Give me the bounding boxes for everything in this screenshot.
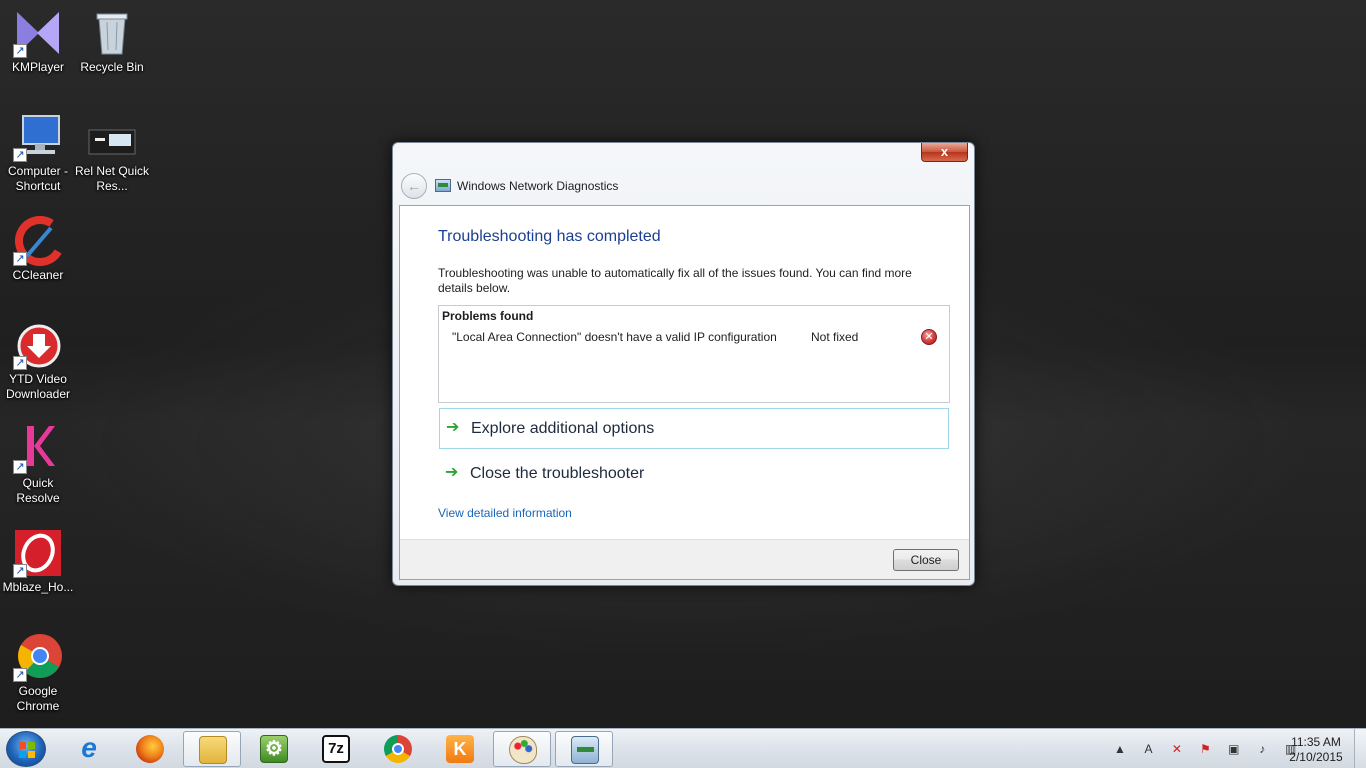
desktop-icon-ccleaner[interactable]: ↗ CCleaner [0, 216, 76, 283]
chrome-icon: ↗ [13, 632, 63, 682]
page-heading: Troubleshooting has completed [438, 228, 661, 245]
desktop-icon-label: Rel Net Quick Res... [74, 164, 150, 193]
taskbar-item-settings[interactable]: ⚙ [245, 731, 303, 767]
explore-options-button[interactable]: ➔ Explore additional options [439, 408, 949, 449]
network-error-icon[interactable]: ✕ [1169, 741, 1185, 757]
network-tool-icon [87, 112, 137, 162]
desktop-icon-label: KMPlayer [11, 60, 64, 74]
quick-resolve-icon: ↗ [13, 424, 63, 474]
shortcut-arrow-icon: ↗ [13, 148, 27, 162]
mblaze-icon: ↗ [13, 528, 63, 578]
problem-description: "Local Area Connection" doesn't have a v… [452, 330, 777, 344]
folder-icon [199, 736, 227, 764]
kmplayer-icon: K [446, 735, 474, 763]
action-center-icon[interactable]: ⚑ [1197, 741, 1213, 757]
volume-icon[interactable]: ♪ [1254, 741, 1270, 757]
shortcut-arrow-icon: ↗ [13, 668, 27, 682]
taskbar-item-chrome[interactable] [369, 731, 427, 767]
problem-row[interactable]: "Local Area Connection" doesn't have a v… [439, 328, 949, 346]
desktop-icon-label: Mblaze_Ho... [2, 580, 74, 594]
network-diagnostics-dialog: x ← Windows Network Diagnostics Troubles… [392, 142, 975, 586]
firefox-icon [136, 735, 164, 763]
dialog-footer: Close [400, 539, 969, 579]
taskbar: e ⚙ 7z K ▲ A ✕ ⚑ ▣ ♪ ▥ 11:35 AM 2/10/201… [0, 728, 1366, 768]
desktop-icon-chrome[interactable]: ↗ Google Chrome [0, 632, 76, 714]
taskbar-item-internet-explorer[interactable]: e [60, 731, 118, 767]
taskbar-item-network-diagnostics[interactable] [555, 731, 613, 767]
taskbar-clock[interactable]: 11:35 AM 2/10/2015 [1285, 735, 1347, 765]
network-diagnostics-icon [435, 179, 451, 192]
green-arrow-icon: ➔ [446, 419, 460, 436]
shortcut-arrow-icon: ↗ [13, 356, 27, 370]
taskbar-item-firefox[interactable] [121, 731, 179, 767]
option-label: Explore additional options [471, 420, 655, 437]
taskbar-item-7zip[interactable]: 7z [307, 731, 365, 767]
shortcut-arrow-icon: ↗ [13, 564, 27, 578]
7zip-icon: 7z [322, 735, 350, 763]
system-tray: ▲ A ✕ ⚑ ▣ ♪ ▥ [1112, 740, 1307, 758]
taskbar-item-kmplayer[interactable]: K [431, 731, 489, 767]
paint-palette-icon [509, 736, 537, 764]
shortcut-arrow-icon: ↗ [13, 460, 27, 474]
desktop-icon-label: Computer - Shortcut [7, 164, 69, 193]
back-button[interactable]: ← [401, 173, 427, 199]
desktop-icon-label: CCleaner [12, 268, 64, 282]
computer-icon: ↗ [13, 112, 63, 162]
desktop-icon-kmplayer[interactable]: ↗ KMPlayer [0, 8, 76, 75]
taskbar-item-paint[interactable] [493, 731, 551, 767]
device-icon[interactable]: ▣ [1226, 741, 1242, 757]
desktop-icon-recycle-bin[interactable]: Recycle Bin [74, 8, 150, 75]
shortcut-arrow-icon: ↗ [13, 252, 27, 266]
dialog-content: Troubleshooting has completed Troublesho… [399, 205, 970, 580]
desktop-icon-label: Quick Resolve [16, 476, 60, 505]
kmplayer-icon: ↗ [13, 8, 63, 58]
desktop-icon-label: YTD Video Downloader [5, 372, 71, 401]
gear-icon: ⚙ [260, 735, 288, 763]
error-icon: ✕ [921, 329, 937, 345]
desktop-icon-mblaze[interactable]: ↗ Mblaze_Ho... [0, 528, 76, 595]
desktop-icon-quick-resolve[interactable]: ↗ Quick Resolve [0, 424, 76, 506]
language-icon[interactable]: A [1140, 741, 1156, 757]
desktop-icon-rel-net[interactable]: Rel Net Quick Res... [74, 112, 150, 194]
view-details-link[interactable]: View detailed information [438, 506, 572, 520]
ytd-downloader-icon: ↗ [13, 320, 63, 370]
ccleaner-icon: ↗ [13, 216, 65, 266]
internet-explorer-icon: e [81, 732, 97, 763]
desktop-icon-computer[interactable]: ↗ Computer - Shortcut [0, 112, 76, 194]
shortcut-arrow-icon: ↗ [13, 44, 27, 58]
desktop-icon-label: Recycle Bin [80, 60, 144, 74]
close-troubleshooter-button[interactable]: ➔ Close the troubleshooter [439, 454, 949, 495]
taskbar-item-windows-explorer[interactable] [183, 731, 241, 767]
problems-found-list: Problems found "Local Area Connection" d… [438, 305, 950, 403]
dialog-titlebar: ← Windows Network Diagnostics [401, 173, 961, 199]
clock-time: 11:35 AM [1291, 735, 1341, 749]
close-button[interactable]: Close [893, 549, 959, 571]
green-arrow-icon: ➔ [445, 464, 459, 481]
recycle-bin-icon [87, 8, 137, 58]
dialog-title: Windows Network Diagnostics [457, 179, 619, 193]
start-button[interactable] [6, 731, 46, 767]
problems-found-header: Problems found [442, 309, 534, 323]
desktop-icon-label: Google Chrome [16, 684, 60, 713]
show-hidden-icons-button[interactable]: ▲ [1112, 741, 1128, 757]
option-label: Close the troubleshooter [470, 465, 645, 482]
problem-status: Not fixed [811, 330, 859, 344]
show-desktop-button[interactable] [1354, 729, 1366, 768]
network-diagnostics-icon [571, 736, 599, 764]
result-description: Troubleshooting was unable to automatica… [438, 266, 912, 295]
chrome-icon [384, 735, 412, 763]
desktop-icon-ytd[interactable]: ↗ YTD Video Downloader [0, 320, 76, 402]
window-close-button[interactable]: x [921, 143, 968, 162]
clock-date: 2/10/2015 [1289, 750, 1343, 764]
